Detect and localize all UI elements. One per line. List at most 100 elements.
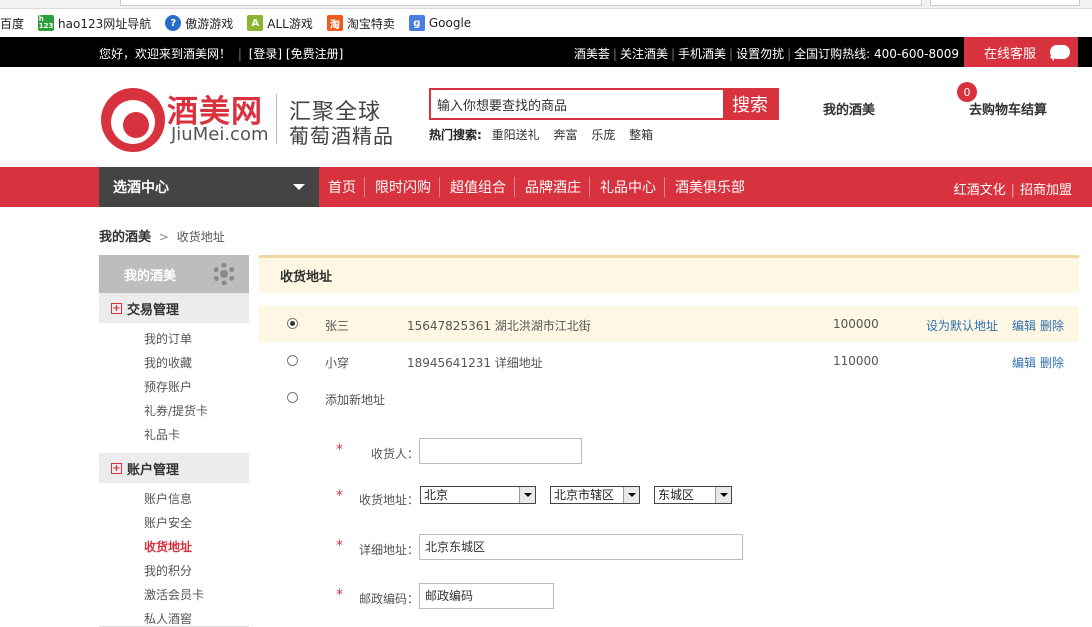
- bookmark-label: Google: [428, 16, 472, 30]
- sidebar-item-favorites[interactable]: 我的收藏: [144, 351, 249, 375]
- address-radio[interactable]: [287, 355, 298, 366]
- sidebar-item-cellar[interactable]: 私人酒窖: [144, 607, 249, 627]
- bookmark-maxthon-game[interactable]: ? 傲游游戏: [165, 15, 233, 32]
- address-zip: 110000: [833, 354, 879, 368]
- address-bar[interactable]: [120, 0, 922, 6]
- hot-keyword[interactable]: 乐庞: [591, 128, 615, 142]
- sidebar-item-orders[interactable]: 我的订单: [144, 327, 249, 351]
- page-title: 收货地址: [259, 255, 1079, 293]
- sidebar-group-label: 账户管理: [127, 462, 180, 478]
- edit-link[interactable]: 编辑: [1012, 356, 1036, 370]
- sidebar-item-vouchers[interactable]: 礼券/提货卡: [144, 399, 249, 423]
- detail-address-input[interactable]: 北京东城区: [419, 534, 743, 560]
- nav-item-home[interactable]: 首页: [320, 177, 364, 197]
- required-mark: *: [336, 442, 343, 458]
- address-radio[interactable]: [287, 318, 298, 329]
- nav-link-franchise[interactable]: 招商加盟: [1020, 183, 1072, 198]
- nav-link-wine-culture[interactable]: 红酒文化: [954, 183, 1006, 198]
- sidebar-item-prepaid[interactable]: 预存账户: [144, 375, 249, 399]
- nav-item-flash-sale[interactable]: 限时闪购: [364, 177, 439, 197]
- bookmarks-bar: 百度 h 123 hao123网址导航 ? 傲游游戏 A ALL游戏 淘 淘宝特卖…: [0, 9, 1092, 37]
- hotline-text: 全国订购热线: 400-600-8009: [794, 47, 959, 61]
- bookmark-baidu[interactable]: 百度: [0, 15, 24, 32]
- sidebar-item-gift-card[interactable]: 礼品卡: [144, 423, 249, 447]
- address-row[interactable]: 小穿 18945641231 详细地址 110000 编辑 删除: [259, 343, 1079, 379]
- plus-icon: +: [111, 462, 122, 474]
- add-address-row[interactable]: 添加新地址: [259, 380, 1079, 416]
- bookmark-taobao[interactable]: 淘 淘宝特卖: [326, 15, 395, 32]
- slogan-line-2: 葡萄酒精品: [289, 124, 394, 148]
- detail-address-row: * 详细地址： 北京东城区: [259, 534, 1079, 562]
- register-link[interactable]: [免费注册]: [286, 47, 343, 61]
- taobao-icon: 淘: [326, 15, 343, 31]
- required-mark: *: [336, 587, 343, 603]
- online-service-label: 在线客服: [984, 46, 1037, 62]
- set-default-link[interactable]: 设为默认地址: [926, 319, 998, 333]
- sidebar-item-account-info[interactable]: 账户信息: [144, 487, 249, 511]
- province-select[interactable]: 北京: [420, 486, 536, 504]
- search-button[interactable]: 搜索: [723, 90, 777, 118]
- nav-item-club[interactable]: 酒美俱乐部: [664, 177, 753, 197]
- breadcrumb-home[interactable]: 我的酒美: [99, 230, 151, 245]
- login-link[interactable]: [登录]: [249, 47, 282, 61]
- address-name: 小穿: [325, 356, 350, 370]
- topbar-link-dnd[interactable]: 设置勿扰: [736, 47, 784, 61]
- logo-divider: [276, 94, 277, 144]
- google-icon: g: [408, 15, 425, 31]
- bookmark-all-games[interactable]: A ALL游戏: [247, 15, 313, 32]
- city-select[interactable]: 北京市辖区: [550, 486, 640, 504]
- breadcrumb: 我的酒美 > 收货地址: [99, 230, 225, 245]
- hot-keyword[interactable]: 整箱: [629, 128, 653, 142]
- bookmark-label: ALL游戏: [267, 16, 313, 31]
- chevron-down-icon: [519, 487, 535, 503]
- address-row[interactable]: 张三 15647825361 湖北洪湖市江北街 100000 设为默认地址 编辑删…: [259, 306, 1079, 342]
- topbar-link-jiumeihui[interactable]: 酒美荟: [574, 47, 610, 61]
- sidebar-group-account[interactable]: + 账户管理: [99, 453, 249, 483]
- sidebar-item-security[interactable]: 账户安全: [144, 511, 249, 535]
- edit-link[interactable]: 编辑: [1012, 319, 1036, 333]
- gear-icon[interactable]: [213, 263, 235, 285]
- online-service-button[interactable]: 在线客服: [964, 37, 1078, 67]
- topbar-link-mobile[interactable]: 手机酒美: [678, 47, 726, 61]
- sidebar-item-activate-card[interactable]: 激活会员卡: [144, 583, 249, 607]
- sidebar-group-trade[interactable]: + 交易管理: [99, 293, 249, 323]
- site-logo[interactable]: 酒美网 JiuMei.com 汇聚全球 葡萄酒精品: [101, 88, 394, 154]
- hot-keyword[interactable]: 奔富: [553, 128, 577, 142]
- topbar-link-follow[interactable]: 关注酒美: [620, 47, 668, 61]
- site-topbar: 您好，欢迎来到酒美网！ | [登录] [免费注册] 酒美荟 | 关注酒美 | 手机酒美 |…: [0, 37, 1092, 67]
- bookmark-google[interactable]: g Google: [408, 15, 472, 31]
- browser-search-box[interactable]: [930, 0, 1080, 6]
- bookmark-label: hao123网址导航: [58, 16, 152, 31]
- address-zip: 100000: [833, 317, 879, 331]
- nav-item-gifts[interactable]: 礼品中心: [589, 177, 664, 197]
- city-value: 北京市辖区: [554, 488, 615, 502]
- province-value: 北京: [424, 488, 449, 502]
- bookmark-hao123[interactable]: h 123 hao123网址导航: [38, 15, 151, 32]
- sidebar-item-address[interactable]: 收货地址: [144, 535, 249, 559]
- delete-link[interactable]: 删除: [1040, 356, 1064, 370]
- logo-en-text: JiuMei.com: [171, 124, 269, 145]
- search-input[interactable]: [431, 90, 723, 118]
- receiver-input[interactable]: [419, 438, 582, 464]
- category-menu[interactable]: 选酒中心: [99, 167, 319, 207]
- bookmark-label: 傲游游戏: [185, 16, 234, 31]
- hao123-icon: h 123: [38, 15, 55, 31]
- chevron-down-icon: [623, 487, 639, 503]
- logo-mark-icon: [101, 88, 165, 152]
- add-address-radio[interactable]: [287, 392, 298, 403]
- delete-link[interactable]: 删除: [1040, 319, 1064, 333]
- address-detail: 18945641231 详细地址: [407, 356, 543, 370]
- category-menu-label: 选酒中心: [113, 180, 169, 196]
- all-games-icon: A: [247, 15, 264, 31]
- zip-input[interactable]: 邮政编码: [419, 583, 554, 609]
- my-jiumei-link[interactable]: 我的酒美: [823, 99, 875, 118]
- cart-checkout-link[interactable]: 去购物车结算: [969, 99, 1047, 118]
- plus-icon: +: [111, 302, 122, 314]
- nav-item-combo[interactable]: 超值组合: [439, 177, 514, 197]
- hot-keyword[interactable]: 重阳送礼: [492, 128, 540, 142]
- sidebar-item-points[interactable]: 我的积分: [144, 559, 249, 583]
- nav-item-brands[interactable]: 品牌酒庄: [514, 177, 589, 197]
- zip-row: * 邮政编码： 邮政编码: [259, 583, 1079, 611]
- district-select[interactable]: 东城区: [654, 486, 732, 504]
- region-label: 收货地址：: [358, 493, 419, 507]
